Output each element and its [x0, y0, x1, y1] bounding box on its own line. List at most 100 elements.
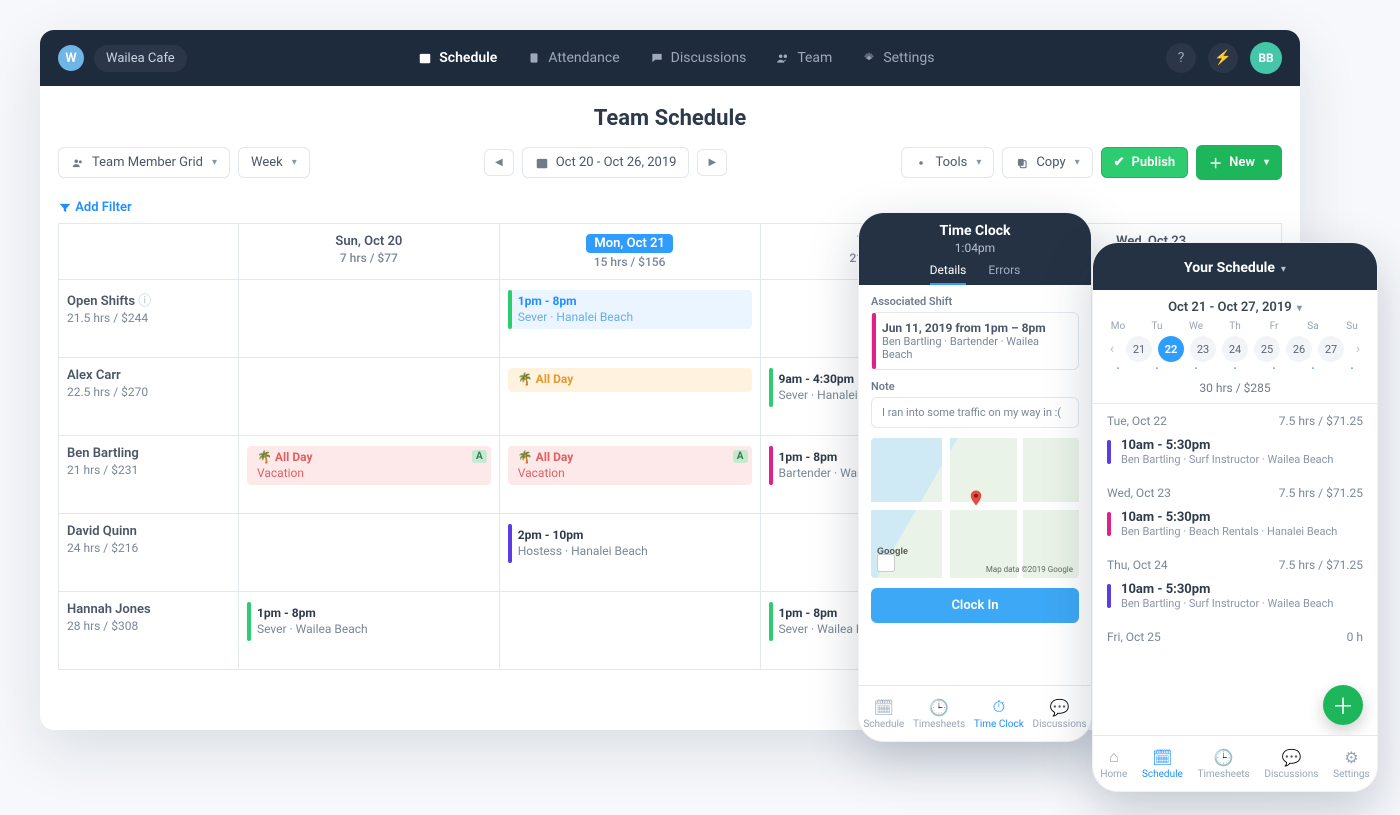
grid-cell[interactable]: 1pm - 8pmSever · Wailea Beach — [239, 592, 500, 670]
clock-icon: 🕒 — [929, 698, 949, 717]
nav-team[interactable]: Team — [776, 50, 832, 66]
tab-schedule[interactable]: 🗓Schedule — [1142, 748, 1183, 780]
list-shift[interactable]: 10am - 5:30pmBen Bartling · Beach Rental… — [1093, 504, 1377, 548]
new-button[interactable]: ＋New▾ — [1196, 145, 1282, 180]
phone2-header[interactable]: Your Schedule ▾ — [1093, 243, 1377, 290]
tab-discussions[interactable]: 💬Discussions — [1033, 698, 1087, 730]
day-dot: • — [1144, 364, 1170, 373]
phone-timeclock: Time Clock 1:04pm Details Errors Associa… — [858, 212, 1092, 742]
shift-block[interactable]: 🌴 All DayVacationA — [247, 446, 491, 485]
nav-right: ? ⚡ BB — [1166, 42, 1282, 74]
grid-cell[interactable]: 2pm - 10pmHostess · Hanalei Beach — [499, 514, 760, 592]
nav-settings[interactable]: Settings — [862, 50, 934, 66]
tab-timesheets[interactable]: 🕒Timesheets — [1198, 748, 1250, 780]
approved-tag: A — [472, 450, 487, 463]
day-pill[interactable]: 25 — [1254, 336, 1280, 362]
day-pill[interactable]: 22 — [1158, 336, 1184, 362]
clock-in-button[interactable]: Clock In — [871, 588, 1079, 623]
day-header: Mon, Oct 2115 hrs / $156 — [499, 224, 760, 280]
assoc-shift-label: Associated Shift — [871, 295, 1079, 308]
view-picker[interactable]: Team Member Grid▾ — [58, 147, 230, 178]
row-label: David Quinn24 hrs / $216 — [59, 514, 239, 592]
copy-icon — [1015, 156, 1029, 170]
prev-week-button[interactable]: ‹ — [1105, 341, 1119, 357]
workspace-badge: W — [58, 45, 84, 71]
week-range[interactable]: Oct 21 - Oct 27, 2019 ▾ — [1105, 300, 1365, 315]
approved-tag: A — [733, 450, 748, 463]
note-label: Note — [871, 380, 1079, 393]
next-period-button[interactable]: ▶ — [697, 149, 727, 176]
day-pill[interactable]: 24 — [1222, 336, 1248, 362]
day-pill[interactable]: 21 — [1126, 336, 1152, 362]
home-icon: ⌂ — [1109, 747, 1119, 767]
grid-cell[interactable]: 1pm - 8pmSever · Hanalei Beach — [499, 280, 760, 358]
top-navbar: W Wailea Cafe Schedule Attendance Discus… — [40, 30, 1300, 86]
day-pill[interactable]: 26 — [1286, 336, 1312, 362]
list-day-header: Wed, Oct 237.5 hrs / $71.25 — [1093, 476, 1377, 504]
tab-discussions[interactable]: 💬Discussions — [1264, 748, 1318, 780]
list-shift[interactable]: 10am - 5:30pmBen Bartling · Surf Instruc… — [1093, 432, 1377, 476]
nav-schedule[interactable]: Schedule — [418, 50, 497, 66]
grid-cell[interactable] — [239, 358, 500, 436]
bolt-icon[interactable]: ⚡ — [1208, 43, 1238, 73]
period-picker[interactable]: Week▾ — [238, 147, 310, 178]
tab-settings[interactable]: ⚙Settings — [1333, 748, 1370, 780]
tools-button[interactable]: Tools▾ — [901, 147, 994, 178]
weekday-label: Sa — [1300, 321, 1326, 332]
nav-attendance[interactable]: Attendance — [527, 50, 619, 66]
grid-cell[interactable]: 🌴 All Day — [499, 358, 760, 436]
gear-icon: ⚙ — [1344, 748, 1358, 767]
shift-block[interactable]: 1pm - 8pmSever · Hanalei Beach — [508, 290, 752, 329]
add-filter[interactable]: Add Filter — [40, 196, 1300, 223]
calendar-icon: 🗓 — [1152, 748, 1172, 767]
assoc-shift-card[interactable]: Jun 11, 2019 from 1pm – 8pm Ben Bartling… — [871, 312, 1079, 370]
phone1-tabbar: 🗓Schedule 🕒Timesheets ⏱Time Clock 💬Discu… — [859, 685, 1091, 741]
prev-period-button[interactable]: ◀ — [484, 149, 514, 176]
copy-button[interactable]: Copy▾ — [1002, 147, 1092, 178]
map-pin-icon — [967, 489, 983, 505]
shift-block[interactable]: 🌴 All Day — [508, 368, 752, 392]
user-avatar[interactable]: BB — [1250, 42, 1282, 74]
grid-cell[interactable]: 🌴 All DayVacationA — [239, 436, 500, 514]
map-preview[interactable]: Google Map data ©2019 Google — [871, 438, 1079, 578]
tab-timesheets[interactable]: 🕒Timesheets — [913, 698, 965, 730]
phone-schedule: Your Schedule ▾ Oct 21 - Oct 27, 2019 ▾ … — [1092, 242, 1378, 792]
calendar-icon — [535, 156, 549, 170]
people-icon — [71, 156, 85, 170]
filter-icon — [58, 201, 72, 215]
page-title: Team Schedule — [40, 106, 1300, 131]
weekday-label: Th — [1222, 321, 1248, 332]
tab-schedule[interactable]: 🗓Schedule — [863, 698, 904, 730]
publish-button[interactable]: ✔Publish — [1101, 147, 1189, 178]
day-header: Sun, Oct 207 hrs / $77 — [239, 224, 500, 280]
weekday-label: Fr — [1261, 321, 1287, 332]
add-fab[interactable]: ＋ — [1323, 685, 1363, 725]
help-icon[interactable]: ? — [1166, 43, 1196, 73]
list-day-header: Tue, Oct 227.5 hrs / $71.25 — [1093, 404, 1377, 432]
clipboard-icon — [527, 51, 541, 65]
tab-details[interactable]: Details — [930, 263, 967, 285]
gear-icon — [914, 156, 928, 170]
date-range-picker[interactable]: Oct 20 - Oct 26, 2019 — [522, 147, 690, 178]
shift-block[interactable]: 1pm - 8pmSever · Wailea Beach — [247, 602, 491, 641]
tab-home[interactable]: ⌂Home — [1100, 747, 1127, 780]
tab-timeclock[interactable]: ⏱Time Clock — [974, 697, 1024, 730]
calendar-icon: 🗓 — [874, 698, 894, 717]
note-card[interactable]: I ran into some traffic on my way in :( — [871, 397, 1079, 428]
tab-errors[interactable]: Errors — [988, 263, 1020, 285]
day-pill[interactable]: 23 — [1190, 336, 1216, 362]
shift-block[interactable]: 🌴 All DayVacationA — [508, 446, 752, 485]
list-shift[interactable]: 10am - 5:30pmBen Bartling · Surf Instruc… — [1093, 576, 1377, 620]
workspace-picker[interactable]: W Wailea Cafe — [58, 45, 187, 72]
shift-block[interactable]: 2pm - 10pmHostess · Hanalei Beach — [508, 524, 752, 563]
grid-cell[interactable]: 🌴 All DayVacationA — [499, 436, 760, 514]
main-nav: Schedule Attendance Discussions Team Set… — [187, 50, 1166, 66]
grid-cell[interactable] — [239, 514, 500, 592]
next-week-button[interactable]: › — [1351, 341, 1365, 357]
day-pill[interactable]: 27 — [1318, 336, 1344, 362]
nav-discussions[interactable]: Discussions — [650, 50, 747, 66]
grid-cell[interactable] — [239, 280, 500, 358]
grid-cell[interactable] — [499, 592, 760, 670]
info-icon[interactable]: ⓘ — [138, 294, 151, 309]
map-layers-icon[interactable] — [877, 554, 895, 572]
